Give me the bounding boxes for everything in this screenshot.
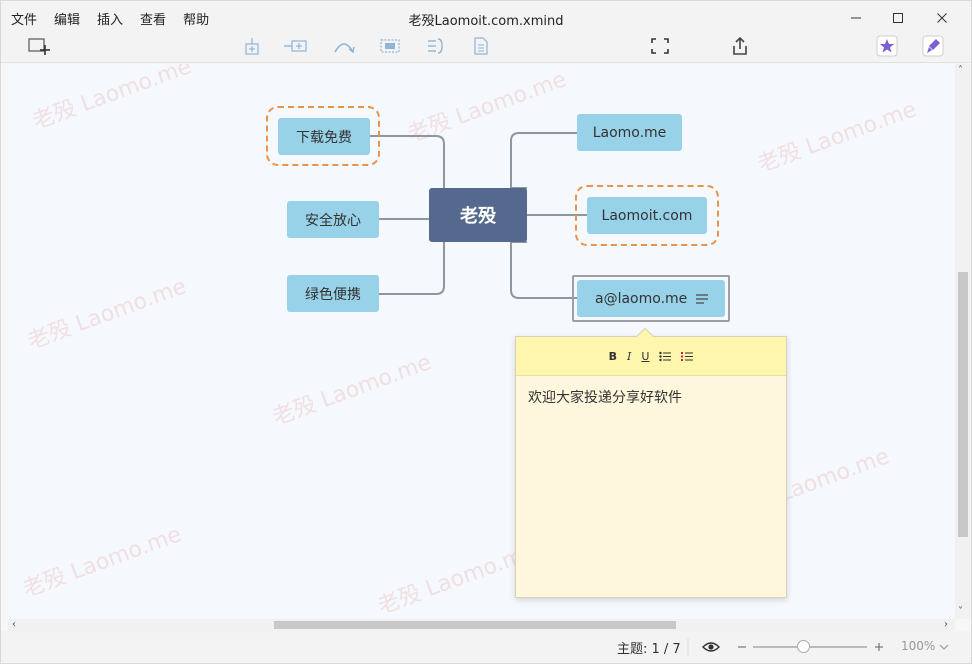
central-topic[interactable]: 老殁	[429, 188, 527, 242]
topic-email[interactable]: a@laomo.me	[577, 280, 725, 317]
scroll-left-icon[interactable]: ‹	[12, 620, 16, 630]
horizontal-scrollbar[interactable]: ‹ ›	[8, 619, 955, 631]
status-bar: 主题: 1 / 7 100%	[1, 631, 971, 663]
fullscreen-button[interactable]	[647, 34, 673, 58]
topic-safe[interactable]: 安全放心	[287, 201, 379, 238]
relationship-button[interactable]	[281, 34, 311, 58]
format-button[interactable]	[875, 34, 899, 58]
zoom-slider[interactable]	[753, 640, 867, 653]
share-icon	[733, 36, 747, 55]
topic-count: 主题: 1 / 7	[617, 642, 681, 657]
vertical-scroll-thumb[interactable]	[958, 272, 968, 537]
zoom-out-icon[interactable]	[737, 642, 747, 652]
mindmap-canvas[interactable]: 老殁 Laomo.me 老殁 Laomo.me 老殁 Laomo.me 老殁 L…	[8, 64, 955, 619]
xmind-window: 文件 编辑 插入 查看 帮助 老殁Laomoit.com.xmind 老殁 La…	[0, 0, 972, 664]
minimize-button[interactable]	[847, 9, 865, 27]
minimize-icon	[851, 17, 861, 19]
zoom-slider-knob[interactable]	[797, 640, 811, 653]
topic-laomo-me[interactable]: Laomo.me	[577, 114, 682, 151]
scroll-up-icon[interactable]: ˄	[958, 66, 963, 76]
topic-download-free[interactable]: 下载免费	[278, 118, 370, 155]
fullscreen-icon	[651, 38, 669, 54]
maximize-button[interactable]	[889, 9, 907, 27]
scroll-right-icon[interactable]: ›	[944, 620, 948, 630]
relationship-icon	[284, 40, 307, 52]
boundary-icon	[380, 39, 400, 53]
eye-icon[interactable]	[702, 641, 720, 653]
share-button[interactable]	[727, 34, 753, 58]
toolbar	[1, 31, 971, 63]
divider	[687, 638, 689, 656]
connect-button[interactable]	[331, 34, 357, 58]
note-popup[interactable]: B I U 欢迎大家投递分享好软件	[515, 327, 787, 598]
horizontal-scroll-thumb[interactable]	[274, 621, 676, 629]
zoom-in-icon[interactable]	[874, 642, 884, 652]
connector-lines	[370, 132, 587, 299]
note-text[interactable]: 欢迎大家投递分享好软件	[516, 376, 786, 418]
boundary-button[interactable]	[377, 34, 403, 58]
italic-button[interactable]: I	[627, 350, 631, 363]
bold-button[interactable]: B	[609, 350, 617, 363]
note-toolbar: B I U	[516, 337, 786, 376]
subtopic-icon	[245, 38, 259, 55]
zoom-level[interactable]: 100%	[901, 639, 935, 653]
note-icon	[474, 37, 488, 55]
new-sheet-icon	[28, 38, 50, 55]
maximize-icon	[893, 13, 903, 23]
title-bar: 文件 编辑 插入 查看 帮助 老殁Laomoit.com.xmind	[1, 1, 971, 35]
theme-button[interactable]	[921, 34, 945, 58]
topic-laomoit-com[interactable]: Laomoit.com	[587, 197, 707, 234]
close-icon	[937, 13, 947, 23]
star-icon	[876, 35, 898, 57]
underline-button[interactable]: U	[641, 350, 649, 363]
note-button[interactable]	[469, 34, 493, 58]
brush-icon	[922, 35, 944, 57]
curve-arrow-icon	[334, 43, 355, 54]
chevron-down-icon[interactable]	[939, 643, 949, 651]
numbered-list-icon[interactable]	[681, 351, 694, 362]
topic-portable[interactable]: 绿色便携	[287, 275, 379, 312]
subtopic-button[interactable]	[239, 34, 265, 58]
note-indicator-icon[interactable]	[695, 293, 709, 305]
topic-email-label: a@laomo.me	[595, 290, 688, 307]
summary-button[interactable]	[423, 34, 449, 58]
summary-icon	[428, 38, 443, 54]
scroll-down-icon[interactable]: ˅	[958, 607, 963, 617]
close-button[interactable]	[933, 9, 951, 27]
new-topic-button[interactable]	[25, 34, 53, 58]
window-title: 老殁Laomoit.com.xmind	[408, 14, 564, 29]
vertical-scrollbar[interactable]: ˄ ˅	[955, 64, 971, 619]
bullet-list-icon[interactable]	[659, 351, 672, 362]
